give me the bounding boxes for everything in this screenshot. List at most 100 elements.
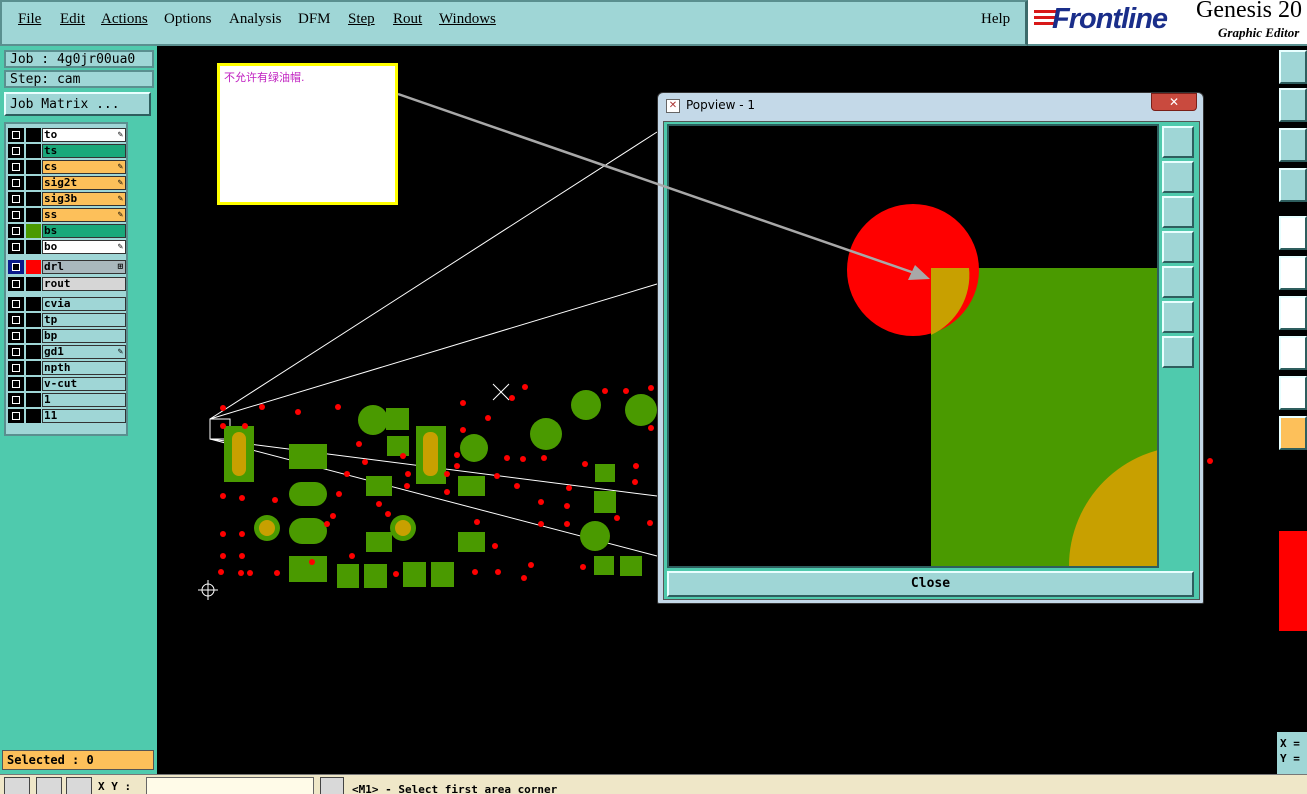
tool-resize-icon[interactable] (1279, 128, 1307, 162)
window-close-button[interactable]: ✕ (1151, 93, 1197, 111)
layer-name[interactable]: ts (42, 144, 126, 158)
layer-row-cs[interactable]: cs ✎ (8, 160, 126, 174)
layer-checkbox[interactable] (8, 409, 24, 423)
layer-name[interactable]: rout (42, 277, 126, 291)
layer-color-swatch[interactable] (26, 260, 41, 274)
layer-row-drl[interactable]: drl ⊞ (8, 260, 126, 274)
pv-pan-right-button[interactable] (1162, 266, 1194, 298)
popview-zoom-view[interactable] (667, 124, 1159, 568)
xy-input[interactable] (146, 777, 314, 794)
layer-checkbox[interactable] (8, 260, 24, 274)
popview-close-button[interactable]: Close (667, 571, 1194, 597)
layer-checkbox[interactable] (8, 345, 24, 359)
menu-rout[interactable]: Rout (393, 11, 422, 28)
menu-actions[interactable]: Actions (101, 11, 148, 28)
layer-name[interactable]: npth (42, 361, 126, 375)
layer-color-swatch[interactable] (26, 361, 41, 375)
layer-color-swatch[interactable] (26, 176, 41, 190)
layer-name[interactable]: to ✎ (42, 128, 126, 142)
layer-row-bo[interactable]: bo ✎ (8, 240, 126, 254)
layer-color-swatch[interactable] (26, 393, 41, 407)
tool-net-icon[interactable] (1279, 256, 1307, 290)
layer-row-ss[interactable]: ss ✎ (8, 208, 126, 222)
layer-row-bs[interactable]: bs (8, 224, 126, 238)
pv-zoom-in-button[interactable] (1162, 301, 1194, 333)
layer-row-rout[interactable]: rout (8, 277, 126, 291)
layer-row-cvia[interactable]: cvia (8, 297, 126, 311)
menu-step[interactable]: Step (348, 11, 375, 28)
pv-pan-up-button[interactable] (1162, 161, 1194, 193)
layer-color-swatch[interactable] (26, 224, 41, 238)
layer-checkbox[interactable] (8, 329, 24, 343)
layer-row-11[interactable]: 11 (8, 409, 126, 423)
layer-row-gd1[interactable]: gd1 ✎ (8, 345, 126, 359)
pv-zoom-fit-button[interactable] (1162, 126, 1194, 158)
tool-layer-icon[interactable] (1279, 88, 1307, 122)
snap-diagonal-icon[interactable] (36, 777, 62, 794)
layer-name[interactable]: drl ⊞ (42, 260, 126, 274)
layer-row-sig2t[interactable]: sig2t ✎ (8, 176, 126, 190)
layer-checkbox[interactable] (8, 144, 24, 158)
tool-line-icon[interactable] (1279, 296, 1307, 330)
layer-name[interactable]: 11 (42, 409, 126, 423)
layer-checkbox[interactable] (8, 313, 24, 327)
tool-shapes-icon[interactable] (1279, 336, 1307, 370)
menu-analysis[interactable]: Analysis (229, 11, 282, 28)
layer-checkbox[interactable] (8, 224, 24, 238)
layer-color-swatch[interactable] (26, 277, 41, 291)
menu-options[interactable]: Options (164, 11, 212, 28)
layer-color-swatch[interactable] (26, 192, 41, 206)
menu-file[interactable]: File (18, 11, 41, 28)
layer-checkbox[interactable] (8, 377, 24, 391)
layer-name[interactable]: sig2t ✎ (42, 176, 126, 190)
snap-corner-icon[interactable] (4, 777, 30, 794)
layer-color-swatch[interactable] (26, 409, 41, 423)
snap-grid-icon[interactable] (66, 777, 92, 794)
layer-checkbox[interactable] (8, 128, 24, 142)
job-matrix-button[interactable]: Job Matrix ... (4, 92, 151, 116)
layer-name[interactable]: cs ✎ (42, 160, 126, 174)
layer-color-swatch[interactable] (26, 128, 41, 142)
layer-checkbox[interactable] (8, 208, 24, 222)
pv-pan-left-button[interactable] (1162, 231, 1194, 263)
menu-edit[interactable]: Edit (60, 11, 85, 28)
layer-name[interactable]: ss ✎ (42, 208, 126, 222)
popview-window[interactable]: ✕ Popview - 1 ✕ Close (657, 92, 1204, 604)
menu-windows[interactable]: Windows (439, 11, 496, 28)
layer-color-swatch[interactable] (26, 329, 41, 343)
layer-row-npth[interactable]: npth (8, 361, 126, 375)
layer-checkbox[interactable] (8, 160, 24, 174)
layer-name[interactable]: 1 (42, 393, 126, 407)
layer-color-swatch[interactable] (26, 345, 41, 359)
pv-pan-down-button[interactable] (1162, 196, 1194, 228)
layer-row-1[interactable]: 1 (8, 393, 126, 407)
layer-row-v-cut[interactable]: v-cut (8, 377, 126, 391)
layer-row-tp[interactable]: tp (8, 313, 126, 327)
layer-row-bp[interactable]: bp (8, 329, 126, 343)
layer-checkbox[interactable] (8, 240, 24, 254)
layer-checkbox[interactable] (8, 361, 24, 375)
mode-toggle-icon[interactable] (320, 777, 344, 794)
layer-checkbox[interactable] (8, 277, 24, 291)
layer-checkbox[interactable] (8, 297, 24, 311)
tool-pad-icon[interactable] (1279, 216, 1307, 250)
layer-name[interactable]: bp (42, 329, 126, 343)
layer-name[interactable]: cvia (42, 297, 126, 311)
layer-row-sig3b[interactable]: sig3b ✎ (8, 192, 126, 206)
menu-help[interactable]: Help (981, 11, 1010, 28)
tool-page-icon[interactable] (1279, 50, 1307, 84)
tool-triangle-icon[interactable] (1279, 376, 1307, 410)
pv-zoom-out-button[interactable] (1162, 336, 1194, 368)
layer-color-swatch[interactable] (26, 208, 41, 222)
layer-color-swatch[interactable] (26, 313, 41, 327)
layer-name[interactable]: sig3b ✎ (42, 192, 126, 206)
tool-measure-icon[interactable] (1279, 168, 1307, 202)
layer-color-swatch[interactable] (26, 160, 41, 174)
layer-name[interactable]: gd1 ✎ (42, 345, 126, 359)
layer-color-swatch[interactable] (26, 240, 41, 254)
layer-color-swatch[interactable] (26, 144, 41, 158)
tool-pointer-icon[interactable] (1279, 416, 1307, 450)
layer-color-swatch[interactable] (26, 377, 41, 391)
layer-name[interactable]: bs (42, 224, 126, 238)
layer-name[interactable]: v-cut (42, 377, 126, 391)
